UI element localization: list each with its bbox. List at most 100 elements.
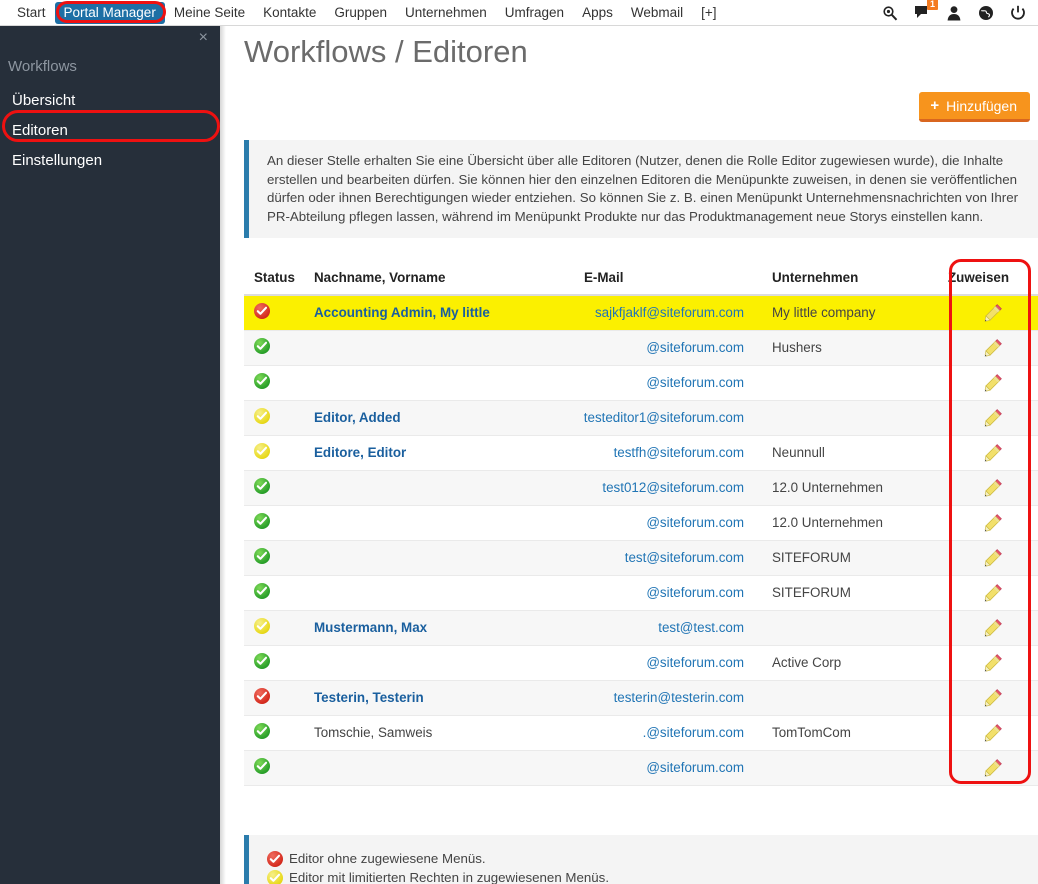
pencil-icon[interactable] <box>984 758 1003 777</box>
cell-assign[interactable] <box>948 330 1038 366</box>
pencil-icon[interactable] <box>984 408 1003 427</box>
email-link[interactable]: @siteforum.com <box>646 760 744 775</box>
email-link[interactable]: @siteforum.com <box>646 515 744 530</box>
cell-name[interactable]: Editore, Editor <box>302 435 520 471</box>
cell-name[interactable]: Accounting Admin, My little <box>302 295 520 331</box>
nav-item-start[interactable]: Start <box>8 2 55 24</box>
top-navigation-bar: Start Portal Manager Meine Seite Kontakte Gr… <box>0 0 1038 26</box>
column-header-status[interactable]: Status <box>244 262 302 296</box>
pencil-icon[interactable] <box>984 338 1003 357</box>
nav-item-webmail[interactable]: Webmail <box>622 2 692 24</box>
pencil-icon[interactable] <box>984 373 1003 392</box>
search-icon[interactable] <box>882 5 898 21</box>
sidebar-section-title: Workflows <box>8 58 77 75</box>
table-row[interactable]: @siteforum.com <box>244 365 1038 401</box>
column-header-name[interactable]: Nachname, Vorname <box>302 262 520 296</box>
pencil-icon[interactable] <box>984 443 1003 462</box>
cell-name <box>302 505 520 541</box>
pencil-icon[interactable] <box>984 303 1003 322</box>
email-link[interactable]: sajkfjaklf@siteforum.com <box>595 305 744 320</box>
sidebar-item--bersicht[interactable]: Übersicht <box>0 86 220 116</box>
column-header-assign[interactable]: Zuweisen <box>948 262 1038 296</box>
cell-assign[interactable] <box>948 680 1038 716</box>
nav-item-gruppen[interactable]: Gruppen <box>325 2 396 24</box>
pencil-icon[interactable] <box>984 618 1003 637</box>
cell-assign[interactable] <box>948 610 1038 646</box>
pencil-icon[interactable] <box>984 513 1003 532</box>
table-row[interactable]: Tomschie, Samweis .@siteforum.com TomTomCo… <box>244 715 1038 751</box>
email-link[interactable]: @siteforum.com <box>646 655 744 670</box>
cell-name[interactable]: Editor, Added <box>302 400 520 436</box>
cell-assign[interactable] <box>948 575 1038 611</box>
email-link[interactable]: test@siteforum.com <box>625 550 744 565</box>
cell-name[interactable]: Tomschie, Samweis <box>302 715 520 751</box>
email-link[interactable]: testerin@testerin.com <box>614 690 744 705</box>
sidebar-item-einstellungen[interactable]: Einstellungen <box>0 146 220 176</box>
cell-company: My little company <box>750 295 948 331</box>
table-header-row: Status Nachname, Vorname E-Mail Unterneh… <box>244 262 1038 296</box>
email-link[interactable]: .@siteforum.com <box>643 725 744 740</box>
table-row[interactable]: @siteforum.com <box>244 750 1038 786</box>
cell-assign[interactable] <box>948 540 1038 576</box>
column-header-email[interactable]: E-Mail <box>520 262 750 296</box>
table-row[interactable]: @siteforum.com SITEFORUM <box>244 575 1038 611</box>
column-header-company[interactable]: Unternehmen <box>750 262 948 296</box>
power-icon[interactable] <box>1010 5 1026 21</box>
cell-assign[interactable] <box>948 645 1038 681</box>
name-text[interactable]: Editor, Added <box>314 410 401 425</box>
table-row[interactable]: Editor, Added testeditor1@siteforum.com <box>244 400 1038 436</box>
email-link[interactable]: @siteforum.com <box>646 340 744 355</box>
nav-item-apps[interactable]: Apps <box>573 2 622 24</box>
email-link[interactable]: @siteforum.com <box>646 375 744 390</box>
nav-item-portal-manager[interactable]: Portal Manager <box>54 1 165 24</box>
nav-item-umfragen[interactable]: Umfragen <box>496 2 573 24</box>
table-row[interactable]: @siteforum.com Hushers <box>244 330 1038 366</box>
cell-assign[interactable] <box>948 750 1038 786</box>
email-link[interactable]: testfh@siteforum.com <box>614 445 744 460</box>
name-text[interactable]: Editore, Editor <box>314 445 406 460</box>
pencil-icon[interactable] <box>984 653 1003 672</box>
sidebar-close-icon[interactable]: × <box>199 30 208 46</box>
pencil-icon[interactable] <box>984 548 1003 567</box>
nav-item-meine-seite[interactable]: Meine Seite <box>165 2 254 24</box>
table-row[interactable]: Testerin, Testerin testerin@testerin.com <box>244 680 1038 716</box>
cell-assign[interactable] <box>948 435 1038 471</box>
status-green-icon <box>254 583 270 599</box>
nav-item-unternehmen[interactable]: Unternehmen <box>396 2 496 24</box>
add-button[interactable]: + Hinzufügen <box>919 92 1030 122</box>
cell-assign[interactable] <box>948 715 1038 751</box>
messages-icon[interactable]: 1 <box>914 0 938 21</box>
table-row[interactable]: test@siteforum.com SITEFORUM <box>244 540 1038 576</box>
cell-assign[interactable] <box>948 470 1038 506</box>
nav-item-[interactable]: [+] <box>692 2 725 24</box>
email-link[interactable]: test@test.com <box>658 620 744 635</box>
table-row[interactable]: Mustermann, Max test@test.com <box>244 610 1038 646</box>
nav-item-kontakte[interactable]: Kontakte <box>254 2 325 24</box>
cell-status <box>244 330 302 366</box>
user-icon[interactable] <box>946 5 962 21</box>
cell-assign[interactable] <box>948 505 1038 541</box>
pencil-icon[interactable] <box>984 688 1003 707</box>
cell-name[interactable]: Testerin, Testerin <box>302 680 520 716</box>
pencil-icon[interactable] <box>984 478 1003 497</box>
cell-name[interactable]: Mustermann, Max <box>302 610 520 646</box>
table-row[interactable]: Editore, Editor testfh@siteforum.com Neunn… <box>244 435 1038 471</box>
status-green-icon <box>254 478 270 494</box>
table-row[interactable]: Accounting Admin, My little sajkfjaklf@si… <box>244 295 1038 331</box>
name-text[interactable]: Mustermann, Max <box>314 620 427 635</box>
pencil-icon[interactable] <box>984 583 1003 602</box>
cell-assign[interactable] <box>948 400 1038 436</box>
email-link[interactable]: @siteforum.com <box>646 585 744 600</box>
name-text[interactable]: Testerin, Testerin <box>314 690 424 705</box>
cell-assign[interactable] <box>948 295 1038 331</box>
email-link[interactable]: test012@siteforum.com <box>602 480 744 495</box>
email-link[interactable]: testeditor1@siteforum.com <box>584 410 744 425</box>
sidebar-item-editoren[interactable]: Editoren <box>0 116 220 146</box>
table-row[interactable]: test012@siteforum.com 12.0 Unternehmen <box>244 470 1038 506</box>
globe-icon[interactable] <box>978 5 994 21</box>
cell-assign[interactable] <box>948 365 1038 401</box>
name-text[interactable]: Accounting Admin, My little <box>314 305 490 320</box>
table-row[interactable]: @siteforum.com Active Corp <box>244 645 1038 681</box>
pencil-icon[interactable] <box>984 723 1003 742</box>
table-row[interactable]: @siteforum.com 12.0 Unternehmen <box>244 505 1038 541</box>
